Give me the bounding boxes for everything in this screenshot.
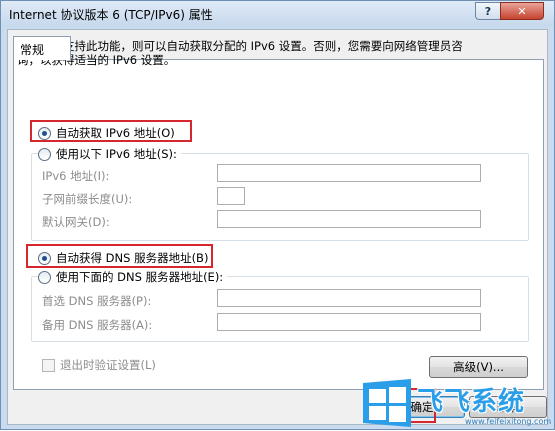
ip-auto-label: 自动获取 IPv6 地址(O) [56,126,175,140]
default-gateway-input[interactable] [217,210,481,228]
window-title: Internet 协议版本 6 (TCP/IPv6) 属性 [9,8,213,22]
ip-auto-radio[interactable]: 自动获取 IPv6 地址(O) [38,125,175,141]
validate-label: 退出时验证设置(L) [60,358,156,372]
ipv6-address-input[interactable] [217,164,481,182]
advanced-button[interactable]: 高级(V)... [429,356,528,378]
ip-manual-label: 使用以下 IPv6 地址(S): [56,147,177,161]
preferred-dns-input[interactable] [217,289,481,307]
validate-checkbox[interactable]: 退出时验证设置(L) [42,357,156,373]
tab-general[interactable]: 常规 [13,36,71,60]
dns-auto-radio[interactable]: 自动获得 DNS 服务器地址(B) [38,250,208,266]
prefix-length-input[interactable] [217,187,245,205]
default-gateway-label: 默认网关(D): [42,215,110,229]
radio-selected-icon [38,251,51,265]
close-button[interactable]: ✕ [500,2,544,20]
watermark-url: www.feifeixitong.com [465,417,552,426]
radio-unselected-icon [38,270,51,284]
preferred-dns-label: 首选 DNS 服务器(P): [42,294,152,308]
alternate-dns-label: 备用 DNS 服务器(A): [42,318,153,332]
radio-unselected-icon [38,147,51,161]
description-line-2: 询，以获得适当的 IPv6 设置。 [17,53,176,67]
ipv6-address-label: IPv6 地址(I): [42,169,110,183]
description-text: 如果网络支持此功能，则可以自动获取分配的 IPv6 设置。否则，您需要向网络管理… [17,39,517,67]
help-button[interactable]: ? [475,2,501,20]
radio-selected-icon [38,126,51,140]
ip-manual-radio[interactable]: 使用以下 IPv6 地址(S): [38,146,181,162]
help-icon: ? [484,4,492,18]
dns-auto-label: 自动获得 DNS 服务器地址(B) [56,251,209,265]
title-bar[interactable]: Internet 协议版本 6 (TCP/IPv6) 属性 ? ✕ [1,1,554,27]
dialog-window: Internet 协议版本 6 (TCP/IPv6) 属性 ? ✕ 常规 如果网… [0,0,555,430]
close-icon: ✕ [517,4,527,18]
description-line-1: 如果网络支持此功能，则可以自动获取分配的 IPv6 设置。否则，您需要向网络管理… [17,39,463,53]
watermark-brand: 飞飞系统 [417,387,526,417]
prefix-length-label: 子网前缀长度(U): [42,192,133,206]
alternate-dns-input[interactable] [217,313,481,331]
dns-manual-radio[interactable]: 使用下面的 DNS 服务器地址(E): [38,269,228,285]
dns-manual-label: 使用下面的 DNS 服务器地址(E): [56,270,224,284]
checkbox-icon [42,358,55,372]
watermark: 飞飞系统 www.feifeixitong.com [359,377,555,431]
